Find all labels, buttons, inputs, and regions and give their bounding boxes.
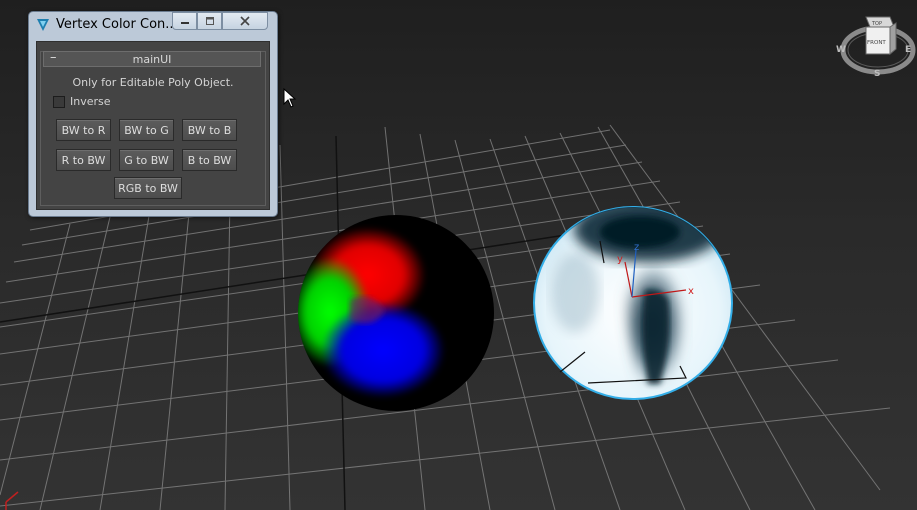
rgb-vertex-color-sphere[interactable] bbox=[290, 215, 494, 411]
window-title: Vertex Color Con... bbox=[56, 17, 178, 32]
close-icon bbox=[240, 16, 250, 26]
info-label: Only for Editable Poly Object. bbox=[72, 76, 234, 89]
bw-to-r-button[interactable]: BW to R bbox=[56, 119, 111, 141]
inverse-label[interactable]: Inverse bbox=[70, 95, 111, 108]
bw-vertex-color-sphere[interactable] bbox=[533, 198, 733, 400]
minimize-button[interactable] bbox=[172, 12, 197, 30]
viewcube[interactable]: TOP FRONT W E S bbox=[836, 16, 916, 79]
g-to-bw-button[interactable]: G to BW bbox=[119, 149, 174, 171]
minimize-icon bbox=[180, 22, 189, 24]
bw-to-g-button[interactable]: BW to G bbox=[119, 119, 174, 141]
maximize-button[interactable] bbox=[197, 12, 222, 30]
world-axis-tripod bbox=[5, 491, 19, 510]
mouse-cursor-icon bbox=[283, 88, 297, 108]
close-button[interactable] bbox=[222, 12, 268, 30]
compass-south: S bbox=[874, 69, 880, 79]
gizmo-z-label: z bbox=[634, 242, 639, 253]
inverse-checkbox[interactable] bbox=[53, 96, 65, 108]
r-to-bw-button[interactable]: R to BW bbox=[56, 149, 111, 171]
vertex-color-converter-window[interactable]: Vertex Color Con... – mainUI Only for Ed… bbox=[28, 11, 278, 217]
app-icon bbox=[37, 19, 49, 31]
rollout-title: mainUI bbox=[132, 53, 172, 66]
viewcube-front-face: FRONT bbox=[867, 40, 886, 46]
gizmo-x-label: x bbox=[688, 286, 694, 297]
rollout-panel: – mainUI Only for Editable Poly Object. … bbox=[40, 50, 266, 206]
compass-east: E bbox=[905, 45, 911, 55]
viewcube-top-face: TOP bbox=[871, 21, 882, 27]
gizmo-y-label: y bbox=[617, 254, 623, 265]
title-bar[interactable]: Vertex Color Con... bbox=[29, 12, 277, 38]
bw-to-b-button[interactable]: BW to B bbox=[182, 119, 237, 141]
compass-west: W bbox=[836, 45, 846, 55]
rollout-client-area: – mainUI Only for Editable Poly Object. … bbox=[36, 41, 270, 210]
rollout-header[interactable]: – mainUI bbox=[43, 50, 261, 67]
maximize-icon bbox=[205, 17, 214, 25]
rgb-to-bw-button[interactable]: RGB to BW bbox=[114, 177, 182, 199]
b-to-bw-button[interactable]: B to BW bbox=[182, 149, 237, 171]
